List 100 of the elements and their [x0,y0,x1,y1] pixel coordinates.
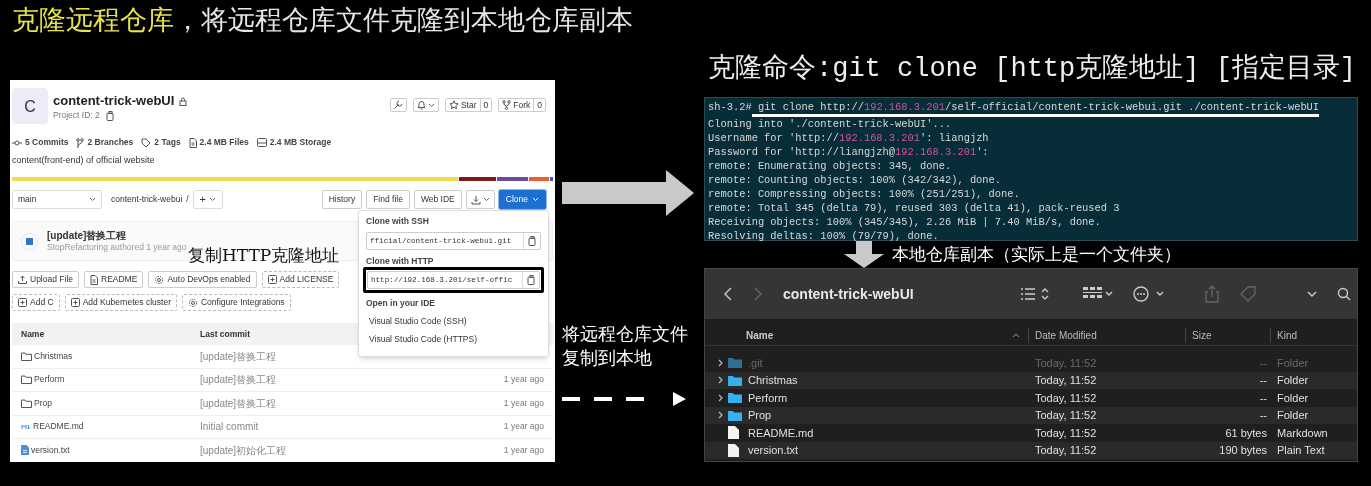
menu-heading: Open in your IDE [366,298,436,309]
menu-heading: Clone with SSH [366,216,430,227]
stat-link[interactable]: 5 Commits [25,137,69,148]
folder-icon [728,392,742,404]
slide-title-highlight: 克隆远程仓库 [12,4,174,37]
terminal-line: Cloning into './content-trick-webUI'... [708,117,952,131]
file-icon [90,274,98,285]
terminal-line: git clone http://192.168.3.201/self-official/content-trick-webui.git ./content-trick-webUI [751,100,1320,117]
action-button[interactable]: Upload File [12,271,79,288]
note-text: 本地仓库副本（实际上是一个文件夹） [892,243,1181,266]
breadcrumb-path: content-trick-webui [111,194,183,205]
file-link[interactable]: Prop [21,397,200,409]
table-cell-text: Today, 11:52 [1034,408,1098,423]
column-header: Size [1186,328,1271,343]
path-separator: / [186,194,189,205]
table-cell: 1 year ago [503,397,544,409]
table-cell-text: Today, 11:52 [1034,355,1098,371]
table-cell-text: Folder [1276,390,1309,406]
commit-link[interactable]: [update]初始化工程 [200,444,287,456]
table-cell-text: Today, 11:52 [1034,390,1098,406]
copy-icon [105,110,115,121]
terminal-line: Receiving objects: 100% (345/345), 2.26 MiB | 7.40 MiB/s, done. [708,215,1101,229]
table-cell-text: Today, 11:52 [1034,443,1098,458]
settings-button[interactable] [389,98,407,112]
column-header: Name [746,329,774,343]
toolbar-button[interactable]: Find file [366,190,410,209]
stat-link[interactable]: 2.4 MB Files [199,137,249,148]
chevron-down-icon[interactable] [1307,291,1317,297]
action-button[interactable]: Add LICENSE [261,271,340,288]
project-avatar: C [12,88,48,124]
table-cell-text: -- [1258,390,1268,406]
star-button[interactable]: Star [445,99,481,111]
dashed-arrow-icon [562,392,686,406]
action-button[interactable]: Configure Integrations [182,294,291,311]
folder-icon [21,351,32,361]
column-header: Kind [1276,329,1297,343]
sort-icon [1012,333,1020,338]
table-cell-text: Folder [1276,373,1309,388]
commit-link[interactable]: [update]替换工程 [200,350,277,362]
commit-author: StopRefactoring authored 1 year ago [47,241,187,253]
commit-link[interactable]: Initial commit [200,421,259,433]
folder-icon [728,409,742,421]
annotation-text: 复制HTTP克隆地址 [188,244,340,266]
column-header: Last commit [200,328,251,340]
terminal-line: remote: Enumerating objects: 345, done. [708,159,952,173]
folder-icon [728,357,742,369]
list-view-icon[interactable] [1021,287,1049,301]
add-dropdown-button[interactable]: + [192,190,223,209]
file-link[interactable]: README.md [21,421,200,433]
action-button[interactable]: Add C [12,294,60,311]
search-icon[interactable] [1337,287,1351,301]
file-name: Christmas [748,373,798,388]
file-link[interactable]: version.txt [21,444,200,456]
file-link[interactable]: Christmas [21,350,200,362]
menu-heading: Clone with HTTP [366,256,435,267]
window-title: content-trick-webUI [783,284,915,304]
menu-item[interactable]: Visual Studio Code (SSH) [366,316,541,327]
notification-button[interactable] [412,98,439,112]
action-button[interactable]: Auto DevOps enabled [148,271,257,288]
terminal-prompt: sh-3.2# [708,100,752,115]
stat-link[interactable]: 2.4 MB Storage [269,137,332,148]
column-header: Name [21,328,46,340]
toolbar-button[interactable]: Web IDE [413,190,462,209]
table-cell-text: Markdown [1276,425,1328,441]
terminal-line: Password for 'http://liangjzh@192.168.3.201': [708,145,989,159]
folder-icon [21,375,32,385]
storage-icon [256,138,267,147]
commit-link[interactable]: [update]替换工程 [200,374,277,386]
action-button[interactable]: Add Kubernetes cluster [64,294,177,311]
plus-icon [18,298,27,307]
commit-icon [12,138,22,147]
command-title: 克隆命令:git clone [http克隆地址] [指定目录] [707,52,1358,86]
count-label: 0 [482,99,490,111]
toolbar-button[interactable]: History [321,190,363,209]
file-icon [21,445,29,456]
project-description: content(front-end) of official website [11,155,156,166]
stat-link[interactable]: 2 Tags [154,137,181,148]
copy-icon [526,275,536,285]
table-cell-text: -- [1258,373,1268,388]
folder-icon [21,398,32,408]
action-button[interactable]: README [84,271,144,288]
back-icon[interactable] [723,286,733,302]
commit-link[interactable]: [update]替换工程 [200,397,277,409]
clone-button[interactable]: Clone [498,190,546,209]
caret-icon [427,102,435,108]
file-name: version.txt [748,443,799,458]
document-icon [728,426,739,440]
file-link[interactable]: Perform [21,374,200,386]
copy-icon [527,236,537,246]
plus-icon [267,275,277,284]
branch-dropdown[interactable]: main [12,190,102,209]
file-name: Perform [748,390,788,406]
lock-icon [179,96,188,106]
grid-view-icon[interactable] [1083,287,1113,301]
stat-link[interactable]: 2 Branches [87,137,134,148]
fork-button[interactable]: Fork [499,99,535,111]
terminal-line: Resolving deltas: 100% (79/79), done. [708,229,939,243]
more-icon[interactable] [1133,286,1165,302]
table-cell: 1 year ago [503,421,544,433]
menu-item[interactable]: Visual Studio Code (HTTPS) [366,334,541,345]
